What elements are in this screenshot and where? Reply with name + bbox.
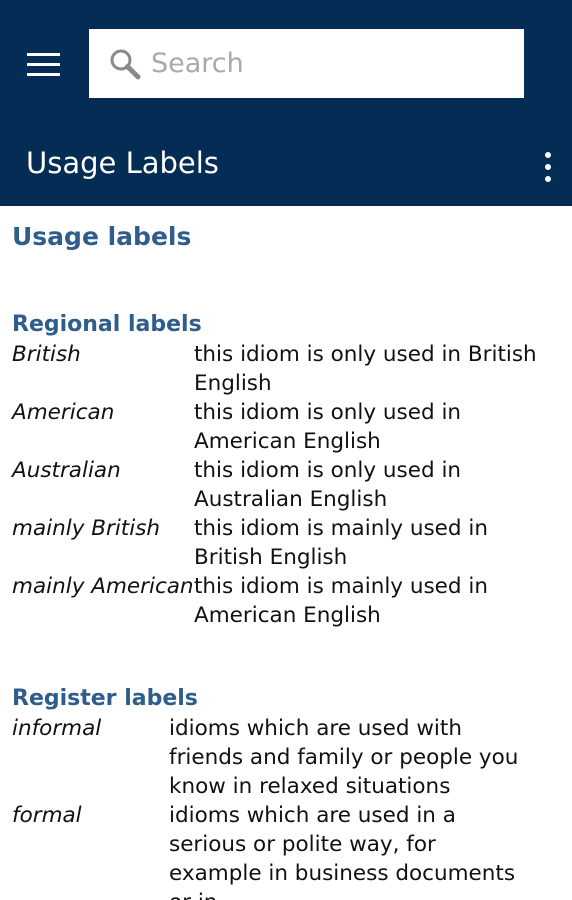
app-bar: Usage Labels <box>0 0 572 206</box>
label-description: this idiom is mainly used in British Eng… <box>194 516 488 570</box>
label-term: formal <box>12 803 82 828</box>
label-term: mainly American <box>12 574 194 599</box>
label-description: this idiom is only used in Australian En… <box>194 458 462 512</box>
content-area: Usage labels Regional labels British thi… <box>0 206 572 900</box>
page-heading: Usage labels <box>12 222 192 251</box>
label-term: mainly British <box>12 516 161 541</box>
label-term: American <box>12 400 115 425</box>
more-options-icon[interactable] <box>536 150 560 184</box>
search-box[interactable] <box>89 29 524 98</box>
label-description: this idiom is only used in British Engli… <box>194 342 537 396</box>
label-row: formal idioms which are used in a seriou… <box>12 801 519 900</box>
menu-icon[interactable] <box>26 53 62 77</box>
label-term: informal <box>12 716 102 741</box>
screen-title: Usage Labels <box>26 146 219 180</box>
label-term: Australian <box>12 458 121 483</box>
label-row: mainly British this idiom is mainly used… <box>12 514 554 572</box>
register-labels-heading: Register labels <box>12 686 198 711</box>
label-row: British this idiom is only used in Briti… <box>12 340 554 398</box>
label-row: Australian this idiom is only used in Au… <box>12 456 554 514</box>
label-row: mainly American this idiom is mainly use… <box>12 572 554 630</box>
label-description: this idiom is only used in American Engl… <box>194 400 462 454</box>
label-description: idioms which are used in a serious or po… <box>169 803 516 900</box>
regional-labels-table: British this idiom is only used in Briti… <box>12 340 554 630</box>
label-row: informal idioms which are used with frie… <box>12 714 519 801</box>
label-description: idioms which are used with friends and f… <box>169 716 519 799</box>
label-row: American this idiom is only used in Amer… <box>12 398 554 456</box>
label-description: this idiom is mainly used in American En… <box>194 574 488 628</box>
search-input[interactable] <box>151 43 501 83</box>
label-term: British <box>12 342 81 367</box>
search-icon <box>110 49 141 80</box>
register-labels-table: informal idioms which are used with frie… <box>12 714 519 900</box>
regional-labels-heading: Regional labels <box>12 312 202 337</box>
